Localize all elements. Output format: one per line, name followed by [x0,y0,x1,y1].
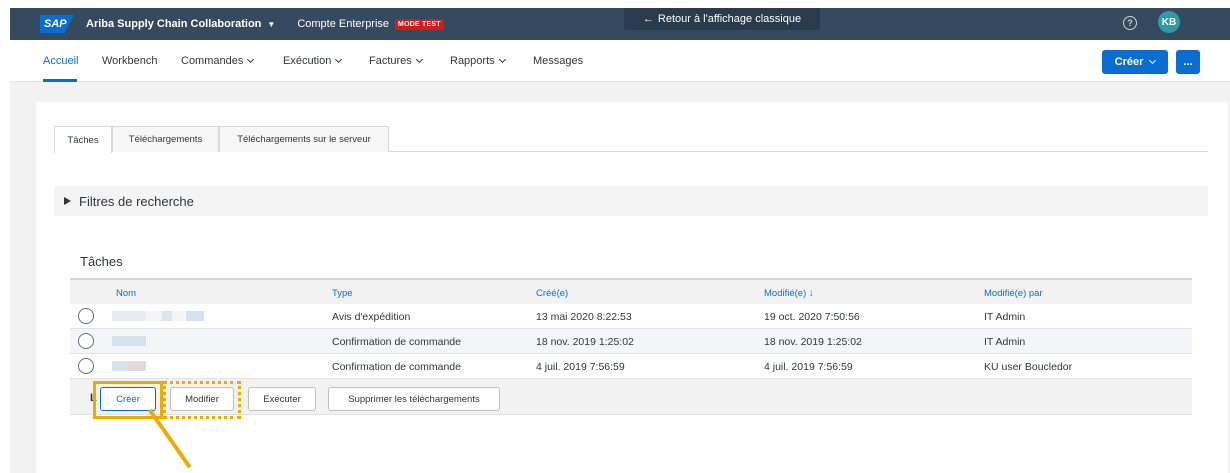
redacted-name [112,336,146,346]
nav-item-workbench[interactable]: Workbench [102,55,157,67]
account-label: Compte Enterprise MODE TEST [297,18,444,30]
nav-bar: Accueil Workbench Commandes Exécution Fa… [10,40,1230,82]
classic-view-button[interactable]: ← Retour à l'affichage classique [624,8,820,30]
table-row[interactable]: Confirmation de commande 18 nov. 2019 1:… [70,329,1192,354]
row-radio[interactable] [78,333,94,349]
execute-button[interactable]: Exécuter [248,387,316,411]
nav-label: Workbench [102,55,158,67]
chevron-down-icon [415,55,423,64]
redacted-name [112,361,146,371]
shell-bar: SAP Ariba Supply Chain Collaboration ▼ C… [10,8,1230,40]
app-switcher[interactable]: Ariba Supply Chain Collaboration ▼ [86,18,275,30]
caret-down-icon: ▼ [267,19,276,29]
more-button[interactable]: ... [1176,50,1200,74]
nav-label: Factures [369,55,412,67]
search-filters-label: Filtres de recherche [79,193,194,209]
nav-item-accueil[interactable]: Accueil [43,55,78,67]
nav-label: Exécution [283,55,332,67]
nav-item-messages[interactable]: Messages [533,55,583,67]
create-menu-label: Créer [1114,56,1144,68]
tab-telechargements-serveur[interactable]: Téléchargements sur le serveur [219,126,389,152]
expand-triangle-icon [64,197,71,205]
nav-item-factures[interactable]: Factures [369,55,423,67]
redacted-name [112,311,204,321]
highlight-modify-button [163,381,241,419]
nav-label: Messages [533,55,584,67]
app-title: Ariba Supply Chain Collaboration [86,18,262,30]
section-title: Tâches [80,254,123,269]
row-type: Confirmation de commande [332,361,461,373]
column-header-modified[interactable]: Modifié(e) ↓ [764,288,814,299]
chevron-down-icon [1149,56,1157,65]
nav-label: Accueil [43,55,79,67]
row-modified-by: IT Admin [984,336,1026,348]
account-name: Compte Enterprise [297,18,390,30]
sap-logo[interactable]: SAP [40,15,74,33]
delete-downloads-button[interactable]: Supprimer les téléchargements [328,387,500,411]
chevron-down-icon [335,55,343,64]
column-header-created[interactable]: Créé(e) [536,288,568,299]
row-modified: 19 oct. 2020 7:50:56 [764,311,860,323]
row-modified-by: IT Admin [984,311,1026,323]
nav-item-rapports[interactable]: Rapports [450,55,506,67]
row-modified: 4 juil. 2019 7:56:59 [764,361,853,373]
row-modified-by: KU user Boucledor [984,361,1073,373]
search-filters-toggle[interactable]: Filtres de recherche [54,186,1208,216]
chevron-down-icon [498,55,506,64]
nav-label: Rapports [450,55,495,67]
tab-taches[interactable]: Tâches [54,126,112,153]
tab-bar: Tâches Téléchargements Téléchargements s… [54,126,1208,153]
nav-item-commandes[interactable]: Commandes [181,55,255,67]
column-header-nom[interactable]: Nom [116,288,136,299]
nav-label: Commandes [181,55,244,67]
chevron-down-icon [247,55,255,64]
classic-view-label: Retour à l'affichage classique [657,13,802,25]
table-row[interactable]: Confirmation de commande 4 juil. 2019 7:… [70,354,1192,379]
row-created: 4 juil. 2019 7:56:59 [536,361,625,373]
tab-telechargements[interactable]: Téléchargements [112,126,219,152]
table-row[interactable]: Avis d'expédition 13 mai 2020 8:22:53 19… [70,304,1192,329]
mode-badge: MODE TEST [395,18,444,30]
active-tab-indicator [43,79,77,82]
row-created: 13 mai 2020 8:22:53 [536,311,632,323]
arrow-left-icon: ← [642,13,654,25]
row-radio[interactable] [78,308,94,324]
table-header: Nom Type Créé(e) Modifié(e) ↓ Modifié(e)… [70,278,1192,304]
row-radio[interactable] [78,358,94,374]
row-type: Avis d'expédition [332,311,411,323]
nav-item-execution[interactable]: Exécution [283,55,343,67]
column-header-modified-by[interactable]: Modifié(e) par [984,288,1043,299]
create-menu-button[interactable]: Créer [1102,50,1168,74]
column-header-type[interactable]: Type [332,288,353,299]
row-type: Confirmation de commande [332,336,461,348]
avatar[interactable]: KB [1158,11,1180,33]
row-created: 18 nov. 2019 1:25:02 [536,336,634,348]
row-modified: 18 nov. 2019 1:25:02 [764,336,862,348]
help-icon[interactable]: ? [1123,16,1137,30]
sap-logo-text: SAP [44,18,67,30]
